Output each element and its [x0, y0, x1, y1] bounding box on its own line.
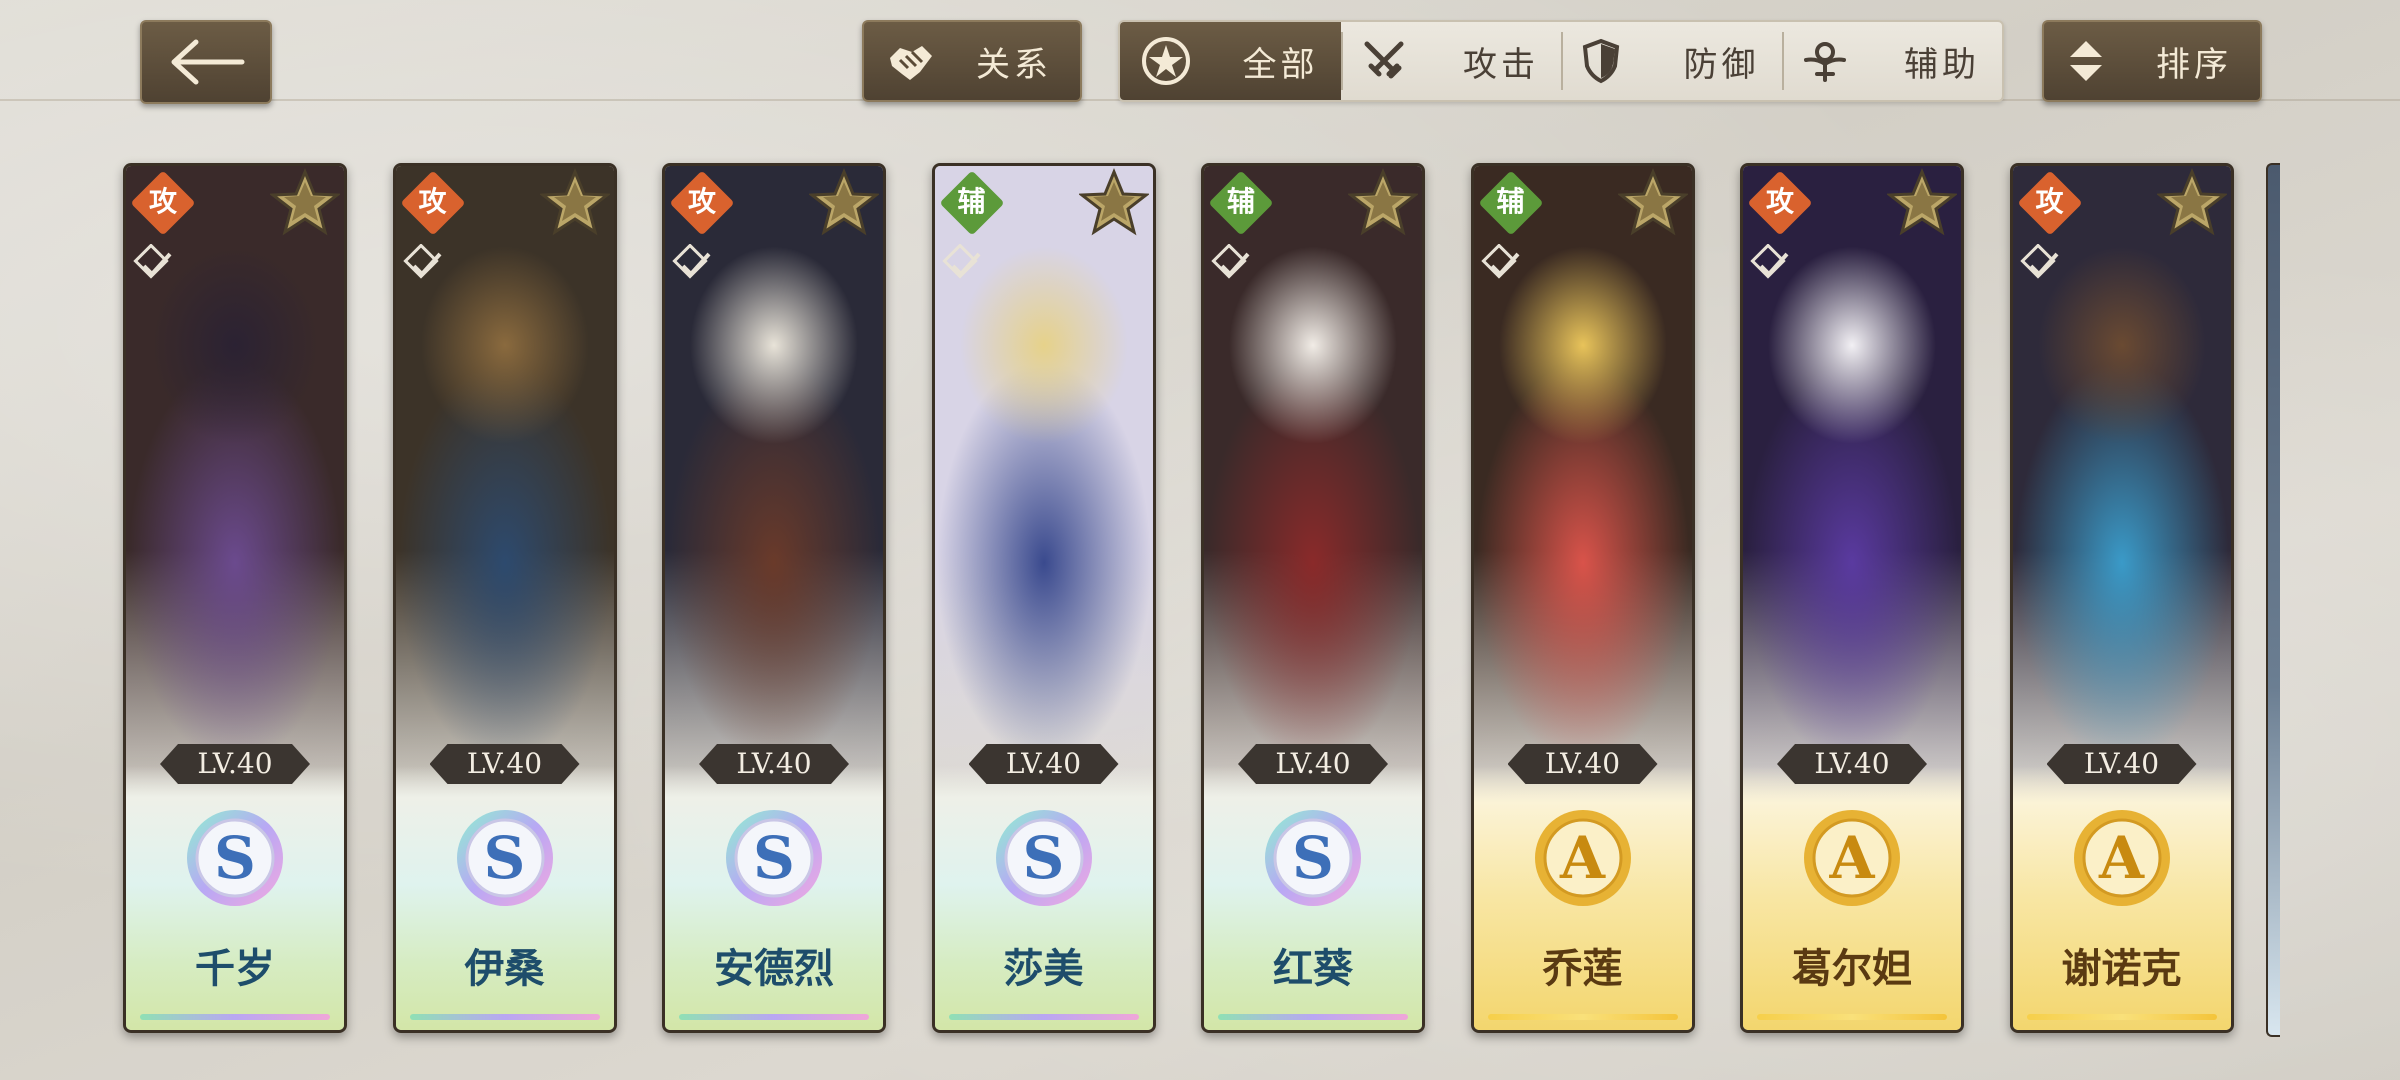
relation-label: 关系	[976, 44, 1052, 85]
equipped-check-icon	[1749, 243, 1793, 288]
crossed-swords-icon	[1361, 38, 1407, 84]
rank-s-icon: S	[183, 806, 287, 914]
equipped-check-icon	[1210, 243, 1254, 288]
rank-s-icon: S	[992, 806, 1096, 914]
rank-letter: S	[1292, 824, 1334, 892]
type-label: 攻	[1765, 185, 1794, 218]
rank-a-icon: A	[1800, 806, 1904, 914]
rank-s-icon: S	[453, 806, 557, 914]
rank-letter: A	[2098, 824, 2144, 892]
character-card[interactable]: 辅 LV.40 S 红葵	[1201, 163, 1425, 1033]
equipped-check-icon	[1480, 243, 1524, 288]
star-circle-icon	[1140, 35, 1192, 87]
next-card-peek[interactable]	[2266, 163, 2280, 1037]
sort-label: 排序	[2156, 44, 2232, 85]
character-name: 安德烈	[714, 945, 834, 992]
rarity-bar	[1757, 1014, 1947, 1020]
tab-attack-label: 攻击	[1463, 44, 1539, 85]
favorite-star-icon	[1346, 168, 1420, 242]
favorite-star-icon	[2155, 168, 2228, 242]
level-label: LV.40	[160, 744, 310, 784]
sort-arrows-icon	[2066, 37, 2106, 85]
support-emblem-icon	[1802, 38, 1848, 84]
handshake-icon	[886, 38, 936, 84]
rank-letter: S	[483, 824, 526, 892]
character-name: 千岁	[195, 945, 275, 992]
type-label: 辅	[957, 185, 986, 218]
type-label: 攻	[2035, 185, 2064, 218]
character-name: 乔莲	[1542, 945, 1623, 992]
level-label: LV.40	[968, 744, 1119, 784]
type-label: 辅	[1226, 185, 1255, 218]
character-card[interactable]: 攻 LV.40 S 安德烈	[662, 163, 886, 1033]
level-label: LV.40	[1777, 744, 1927, 784]
rarity-bar	[140, 1014, 330, 1020]
character-name: 葛尔妲	[1792, 945, 1912, 992]
back-button[interactable]	[140, 20, 272, 104]
favorite-star-icon	[807, 168, 881, 242]
character-card[interactable]: 攻 LV.40 S 伊桑	[392, 163, 617, 1033]
character-card[interactable]: 攻 LV.40 A 谢诺克	[2009, 163, 2234, 1033]
character-card[interactable]: 攻 LV.40 S 千岁	[123, 163, 347, 1033]
rank-letter: S	[214, 824, 256, 892]
tab-defense-label: 防御	[1683, 44, 1760, 85]
character-card[interactable]: 攻 LV.40 A 葛尔妲	[1740, 163, 1964, 1033]
rank-s-icon: S	[1261, 806, 1365, 914]
rarity-bar	[409, 1014, 600, 1020]
equipped-check-icon	[132, 243, 176, 288]
rank-letter: S	[1022, 824, 1065, 892]
character-name: 伊桑	[464, 945, 545, 992]
rarity-bar	[679, 1014, 869, 1020]
character-name: 谢诺克	[2061, 945, 2182, 992]
rank-a-icon: A	[2070, 806, 2174, 914]
tab-support[interactable]: 辅助	[1781, 22, 2003, 100]
tab-all[interactable]: 全部	[1120, 22, 1341, 100]
type-label: 攻	[148, 185, 177, 218]
character-card[interactable]: 辅 LV.40 A 乔莲	[1470, 163, 1695, 1033]
tab-support-label: 辅助	[1904, 44, 1980, 85]
sort-button[interactable]: 排序	[2042, 20, 2262, 102]
level-label: LV.40	[2046, 744, 2197, 784]
character-name: 莎美	[1003, 945, 1084, 992]
rarity-bar	[948, 1014, 1139, 1020]
equipped-check-icon	[671, 243, 715, 288]
rank-letter: A	[1559, 824, 1605, 892]
shield-icon	[1581, 38, 1621, 84]
tab-defense[interactable]: 防御	[1561, 22, 1782, 100]
character-name: 红葵	[1273, 945, 1353, 992]
equipped-check-icon	[941, 243, 985, 288]
favorite-star-icon	[268, 168, 342, 242]
tab-attack[interactable]: 攻击	[1340, 22, 1562, 100]
level-label: LV.40	[1507, 744, 1658, 784]
type-label: 辅	[1496, 185, 1525, 218]
level-label: LV.40	[699, 744, 849, 784]
rarity-bar	[2026, 1014, 2217, 1020]
favorite-star-icon	[538, 168, 611, 242]
level-label: LV.40	[1238, 744, 1388, 784]
tab-all-label: 全部	[1242, 44, 1319, 85]
rarity-bar	[1218, 1014, 1408, 1020]
favorite-star-icon	[1885, 168, 1959, 242]
rank-s-icon: S	[722, 806, 826, 914]
rarity-bar	[1487, 1014, 1678, 1020]
favorite-star-icon	[1616, 168, 1689, 242]
arrow-left-icon	[171, 39, 245, 85]
rank-letter: A	[1829, 824, 1875, 892]
type-filter-bar: 全部 攻击 防御 辅助	[1118, 20, 2004, 102]
equipped-check-icon	[2019, 243, 2063, 288]
equipped-check-icon	[402, 243, 446, 288]
type-label: 攻	[418, 185, 447, 218]
rank-letter: S	[753, 824, 795, 892]
type-label: 攻	[687, 185, 716, 218]
relation-button[interactable]: 关系	[862, 20, 1082, 102]
character-card[interactable]: 辅 LV.40 S 莎美	[931, 163, 1156, 1033]
level-label: LV.40	[429, 744, 580, 784]
favorite-star-icon	[1077, 168, 1150, 242]
rank-a-icon: A	[1531, 806, 1635, 914]
